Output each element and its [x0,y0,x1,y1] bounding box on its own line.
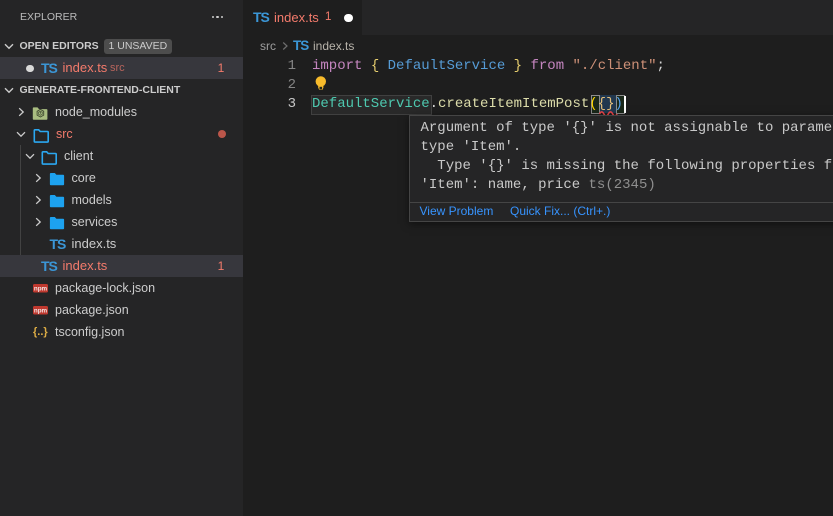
svg-text:npm: npm [34,285,48,292]
svg-text:npm: npm [34,307,48,314]
